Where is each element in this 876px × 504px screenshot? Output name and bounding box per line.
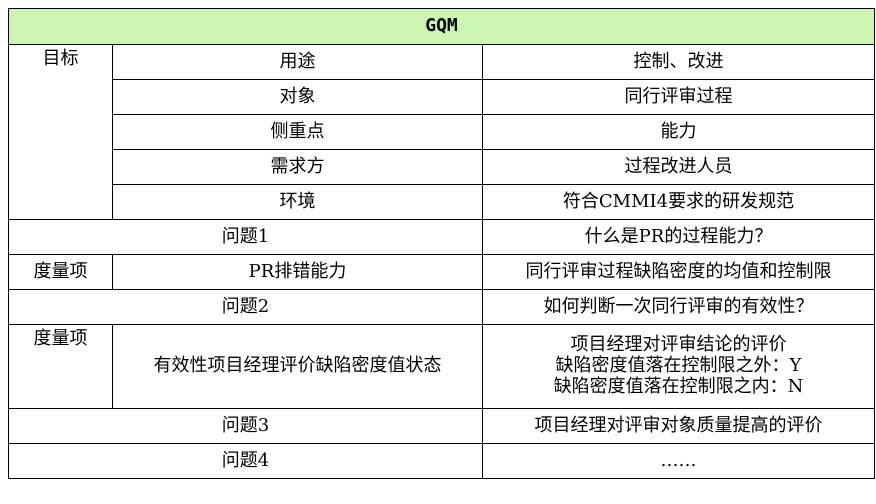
question-1-label: 问题1: [8, 219, 483, 255]
metric-2-desc: 项目经理对评审结论的评价 缺陷密度值落在控制限之外：Y 缺陷密度值落在控制限之内…: [482, 324, 875, 409]
goal-value-object: 同行评审过程: [482, 79, 875, 115]
question-3-text: 项目经理对评审对象质量提高的评价: [482, 408, 875, 444]
gqm-table: GQM 目标 用途 控制、改进 对象 同行评审过程 侧重点 能力 需求方 过程改…: [8, 8, 875, 479]
question-1-text: 什么是PR的过程能力？: [482, 219, 875, 255]
question-2-text: 如何判断一次同行评审的有效性？: [482, 289, 875, 325]
goal-label: 目标: [8, 44, 113, 220]
goal-value-stakeholder: 过程改进人员: [482, 149, 875, 185]
metric-1-label: 度量项: [8, 254, 113, 290]
question-4-text: ……: [482, 443, 875, 479]
metric-2-desc-line: 缺陷密度值落在控制限之外：Y: [555, 355, 802, 377]
metric-1-desc: 同行评审过程缺陷密度的均值和控制限: [482, 254, 875, 290]
goal-value-focus: 能力: [482, 114, 875, 150]
goal-key-focus: 侧重点: [112, 114, 483, 150]
metric-2-name: 有效性项目经理评价缺陷密度值状态: [112, 324, 483, 409]
metric-2-desc-line: 项目经理对评审结论的评价: [570, 334, 787, 356]
goal-key-stakeholder: 需求方: [112, 149, 483, 185]
metric-2-desc-line: 缺陷密度值落在控制限之内：N: [553, 375, 804, 397]
metric-1-name: PR排错能力: [112, 254, 483, 290]
metric-2-label: 度量项: [8, 324, 113, 409]
goal-value-environment: 符合CMMI4要求的研发规范: [482, 184, 875, 220]
goal-key-object: 对象: [112, 79, 483, 115]
question-3-label: 问题3: [8, 408, 483, 444]
gqm-title: GQM: [8, 8, 875, 45]
goal-value-purpose: 控制、改进: [482, 44, 875, 80]
goal-key-environment: 环境: [112, 184, 483, 220]
goal-key-purpose: 用途: [112, 44, 483, 80]
question-2-label: 问题2: [8, 289, 483, 325]
question-4-label: 问题4: [8, 443, 483, 479]
